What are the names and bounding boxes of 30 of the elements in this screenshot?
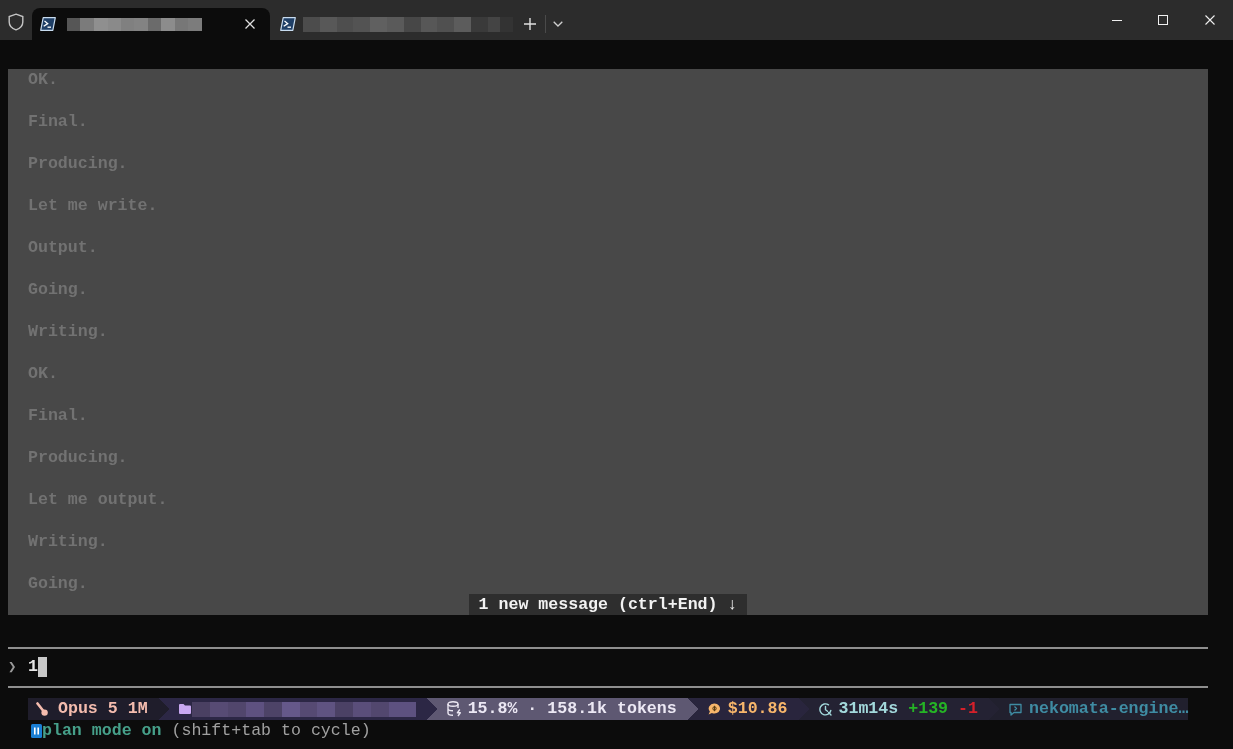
message-icon <box>1009 702 1022 716</box>
comet-icon <box>36 702 48 716</box>
shield-icon <box>8 13 24 31</box>
terminal-icon <box>40 17 56 31</box>
clock-icon <box>818 702 832 716</box>
cursor-icon <box>37 657 47 677</box>
close-icon <box>245 19 255 29</box>
mode-hint: (shift+tab to cycle) <box>171 720 371 741</box>
lines-added: +139 <box>908 698 949 720</box>
command-input[interactable]: 1 <box>28 657 1233 677</box>
caret-icon <box>553 21 563 27</box>
plus-icon <box>524 18 536 30</box>
mode-status: plan mode on <box>42 720 162 741</box>
folder-icon <box>178 704 191 714</box>
cost-amount: $10.86 <box>727 698 788 720</box>
close-icon <box>1204 15 1215 25</box>
terminal-icon <box>280 17 296 31</box>
pause-icon <box>31 723 42 738</box>
prompt-symbol: ❯ <box>8 658 18 677</box>
maximize-icon <box>1158 15 1168 25</box>
new-message-notice: 1 new message (ctrl+End) ↓ <box>468 594 748 615</box>
context-usage: 15.8% · 158.1k tokens <box>467 698 677 720</box>
coin-bubble-icon <box>707 703 721 715</box>
database-icon <box>446 701 461 717</box>
session-name: nekomata-engine… <box>1029 698 1189 720</box>
terminal-tab[interactable] <box>32 8 270 40</box>
model-name: Opus 5 1M <box>58 698 148 720</box>
lines-removed: -1 <box>958 698 978 720</box>
minimize-icon <box>1112 19 1122 21</box>
elapsed-time: 31m14s <box>838 698 899 720</box>
